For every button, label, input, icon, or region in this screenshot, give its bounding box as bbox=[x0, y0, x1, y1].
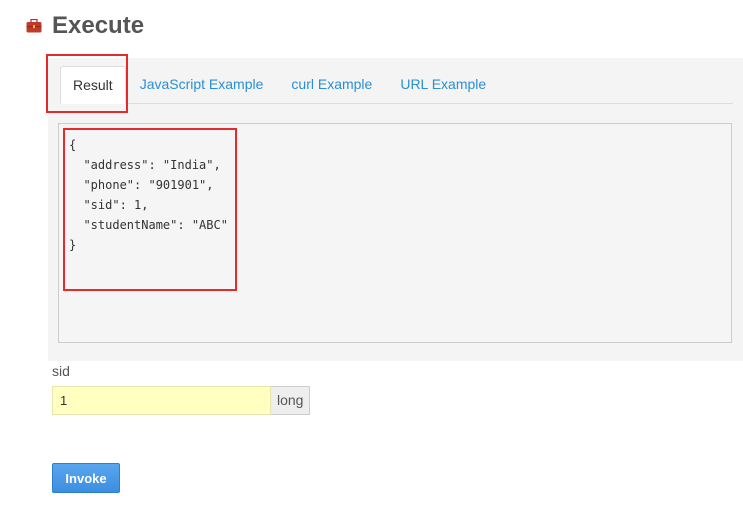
param-type-addon: long bbox=[271, 386, 311, 415]
tab-javascript-example[interactable]: JavaScript Example bbox=[126, 66, 278, 103]
param-input-group: long bbox=[52, 386, 311, 415]
toolbox-icon bbox=[26, 18, 42, 33]
json-line: "address": "India", bbox=[69, 158, 221, 172]
invoke-button[interactable]: Invoke bbox=[52, 463, 120, 493]
tab-url-example[interactable]: URL Example bbox=[386, 66, 500, 103]
json-line: "phone": "901901", bbox=[69, 178, 214, 192]
json-output: { "address": "India", "phone": "901901",… bbox=[69, 135, 228, 255]
json-line: } bbox=[69, 238, 77, 252]
sid-input[interactable] bbox=[52, 386, 271, 415]
tab-bar: Result JavaScript Example curl Example U… bbox=[60, 66, 733, 104]
json-line: { bbox=[69, 138, 77, 152]
tab-result[interactable]: Result bbox=[60, 66, 126, 104]
result-output: { "address": "India", "phone": "901901",… bbox=[58, 123, 732, 343]
tab-curl-example[interactable]: curl Example bbox=[277, 66, 386, 103]
param-label-sid: sid bbox=[52, 363, 70, 379]
json-line: "studentName": "ABC" bbox=[69, 218, 228, 232]
page-title: Execute bbox=[52, 12, 145, 39]
json-line: "sid": 1, bbox=[69, 198, 149, 212]
page-header: Execute bbox=[26, 12, 144, 40]
